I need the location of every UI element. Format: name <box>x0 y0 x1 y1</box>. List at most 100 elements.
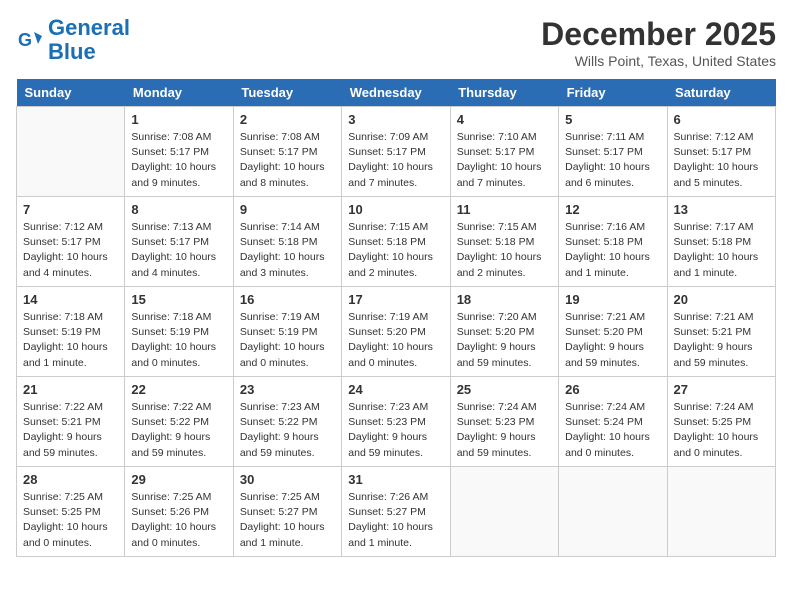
day-number: 29 <box>131 472 226 487</box>
day-number: 10 <box>348 202 443 217</box>
day-cell: 14Sunrise: 7:18 AMSunset: 5:19 PMDayligh… <box>17 287 125 377</box>
day-info: Sunrise: 7:13 AMSunset: 5:17 PMDaylight:… <box>131 220 226 281</box>
day-number: 7 <box>23 202 118 217</box>
day-info: Sunrise: 7:24 AMSunset: 5:24 PMDaylight:… <box>565 400 660 461</box>
logo-text: GeneralBlue <box>48 16 130 64</box>
day-number: 13 <box>674 202 769 217</box>
day-number: 2 <box>240 112 335 127</box>
day-info: Sunrise: 7:10 AMSunset: 5:17 PMDaylight:… <box>457 130 552 191</box>
day-info: Sunrise: 7:08 AMSunset: 5:17 PMDaylight:… <box>240 130 335 191</box>
day-info: Sunrise: 7:14 AMSunset: 5:18 PMDaylight:… <box>240 220 335 281</box>
day-info: Sunrise: 7:15 AMSunset: 5:18 PMDaylight:… <box>348 220 443 281</box>
day-number: 28 <box>23 472 118 487</box>
week-row-4: 28 Sunrise: 7:25 AMSunset: 5:25 PMDayligh… <box>17 467 776 557</box>
day-info: Sunrise: 7:20 AMSunset: 5:20 PMDaylight:… <box>457 310 552 371</box>
day-cell: 5 Sunrise: 7:11 AMSunset: 5:17 PMDaylight… <box>559 107 667 197</box>
day-number: 31 <box>348 472 443 487</box>
header-cell-sunday: Sunday <box>17 79 125 107</box>
calendar-table: SundayMondayTuesdayWednesdayThursdayFrid… <box>16 79 776 557</box>
day-cell: 30Sunrise: 7:25 AMSunset: 5:27 PMDayligh… <box>233 467 341 557</box>
day-cell: 21 Sunrise: 7:22 AMSunset: 5:21 PMDayligh… <box>17 377 125 467</box>
day-info: Sunrise: 7:26 AMSunset: 5:27 PMDaylight:… <box>348 490 443 551</box>
header-cell-saturday: Saturday <box>667 79 775 107</box>
day-info: Sunrise: 7:24 AMSunset: 5:23 PMDaylight:… <box>457 400 552 461</box>
day-cell: 25Sunrise: 7:24 AMSunset: 5:23 PMDayligh… <box>450 377 558 467</box>
day-number: 27 <box>674 382 769 397</box>
title-block: December 2025 Wills Point, Texas, United… <box>541 16 776 69</box>
day-number: 6 <box>674 112 769 127</box>
day-number: 3 <box>348 112 443 127</box>
day-info: Sunrise: 7:19 AMSunset: 5:19 PMDaylight:… <box>240 310 335 371</box>
day-number: 12 <box>565 202 660 217</box>
day-number: 16 <box>240 292 335 307</box>
day-number: 8 <box>131 202 226 217</box>
day-cell: 8 Sunrise: 7:13 AMSunset: 5:17 PMDaylight… <box>125 197 233 287</box>
day-number: 21 <box>23 382 118 397</box>
day-cell <box>450 467 558 557</box>
day-cell: 4Sunrise: 7:10 AMSunset: 5:17 PMDaylight… <box>450 107 558 197</box>
day-number: 11 <box>457 202 552 217</box>
header-cell-monday: Monday <box>125 79 233 107</box>
header-cell-tuesday: Tuesday <box>233 79 341 107</box>
day-info: Sunrise: 7:12 AMSunset: 5:17 PMDaylight:… <box>674 130 769 191</box>
day-number: 22 <box>131 382 226 397</box>
day-cell: 16 Sunrise: 7:19 AMSunset: 5:19 PMDayligh… <box>233 287 341 377</box>
day-cell <box>17 107 125 197</box>
day-number: 18 <box>457 292 552 307</box>
day-info: Sunrise: 7:23 AMSunset: 5:23 PMDaylight:… <box>348 400 443 461</box>
header-cell-thursday: Thursday <box>450 79 558 107</box>
day-number: 9 <box>240 202 335 217</box>
day-info: Sunrise: 7:22 AMSunset: 5:21 PMDaylight:… <box>23 400 118 461</box>
header-cell-wednesday: Wednesday <box>342 79 450 107</box>
day-cell: 15Sunrise: 7:18 AMSunset: 5:19 PMDayligh… <box>125 287 233 377</box>
day-cell: 28 Sunrise: 7:25 AMSunset: 5:25 PMDayligh… <box>17 467 125 557</box>
header-cell-friday: Friday <box>559 79 667 107</box>
day-cell: 3 Sunrise: 7:09 AMSunset: 5:17 PMDaylight… <box>342 107 450 197</box>
day-number: 24 <box>348 382 443 397</box>
week-row-0: 1 Sunrise: 7:08 AMSunset: 5:17 PMDaylight… <box>17 107 776 197</box>
day-cell: 13Sunrise: 7:17 AMSunset: 5:18 PMDayligh… <box>667 197 775 287</box>
day-number: 23 <box>240 382 335 397</box>
svg-text:G: G <box>18 30 32 50</box>
day-info: Sunrise: 7:09 AMSunset: 5:17 PMDaylight:… <box>348 130 443 191</box>
day-info: Sunrise: 7:23 AMSunset: 5:22 PMDaylight:… <box>240 400 335 461</box>
day-info: Sunrise: 7:25 AMSunset: 5:25 PMDaylight:… <box>23 490 118 551</box>
day-info: Sunrise: 7:11 AMSunset: 5:17 PMDaylight:… <box>565 130 660 191</box>
logo-icon: G <box>16 26 44 54</box>
day-number: 26 <box>565 382 660 397</box>
day-number: 17 <box>348 292 443 307</box>
day-cell: 9 Sunrise: 7:14 AMSunset: 5:18 PMDaylight… <box>233 197 341 287</box>
day-cell: 29 Sunrise: 7:25 AMSunset: 5:26 PMDayligh… <box>125 467 233 557</box>
day-cell: 26 Sunrise: 7:24 AMSunset: 5:24 PMDayligh… <box>559 377 667 467</box>
week-row-1: 7 Sunrise: 7:12 AMSunset: 5:17 PMDaylight… <box>17 197 776 287</box>
day-info: Sunrise: 7:21 AMSunset: 5:20 PMDaylight:… <box>565 310 660 371</box>
day-info: Sunrise: 7:15 AMSunset: 5:18 PMDaylight:… <box>457 220 552 281</box>
week-row-3: 21 Sunrise: 7:22 AMSunset: 5:21 PMDayligh… <box>17 377 776 467</box>
day-cell: 22Sunrise: 7:22 AMSunset: 5:22 PMDayligh… <box>125 377 233 467</box>
day-cell: 10 Sunrise: 7:15 AMSunset: 5:18 PMDayligh… <box>342 197 450 287</box>
day-number: 20 <box>674 292 769 307</box>
month-title: December 2025 <box>541 16 776 53</box>
day-info: Sunrise: 7:25 AMSunset: 5:26 PMDaylight:… <box>131 490 226 551</box>
day-info: Sunrise: 7:19 AMSunset: 5:20 PMDaylight:… <box>348 310 443 371</box>
day-cell: 2 Sunrise: 7:08 AMSunset: 5:17 PMDaylight… <box>233 107 341 197</box>
day-info: Sunrise: 7:12 AMSunset: 5:17 PMDaylight:… <box>23 220 118 281</box>
day-info: Sunrise: 7:18 AMSunset: 5:19 PMDaylight:… <box>131 310 226 371</box>
day-cell: 12Sunrise: 7:16 AMSunset: 5:18 PMDayligh… <box>559 197 667 287</box>
week-row-2: 14Sunrise: 7:18 AMSunset: 5:19 PMDayligh… <box>17 287 776 377</box>
day-cell <box>667 467 775 557</box>
day-info: Sunrise: 7:18 AMSunset: 5:19 PMDaylight:… <box>23 310 118 371</box>
day-info: Sunrise: 7:21 AMSunset: 5:21 PMDaylight:… <box>674 310 769 371</box>
day-cell: 24 Sunrise: 7:23 AMSunset: 5:23 PMDayligh… <box>342 377 450 467</box>
day-cell: 20 Sunrise: 7:21 AMSunset: 5:21 PMDayligh… <box>667 287 775 377</box>
location: Wills Point, Texas, United States <box>541 53 776 69</box>
day-number: 1 <box>131 112 226 127</box>
day-number: 5 <box>565 112 660 127</box>
day-cell <box>559 467 667 557</box>
day-cell: 6 Sunrise: 7:12 AMSunset: 5:17 PMDaylight… <box>667 107 775 197</box>
day-cell: 7 Sunrise: 7:12 AMSunset: 5:17 PMDaylight… <box>17 197 125 287</box>
day-number: 19 <box>565 292 660 307</box>
day-cell: 19 Sunrise: 7:21 AMSunset: 5:20 PMDayligh… <box>559 287 667 377</box>
day-cell: 31 Sunrise: 7:26 AMSunset: 5:27 PMDayligh… <box>342 467 450 557</box>
day-number: 30 <box>240 472 335 487</box>
